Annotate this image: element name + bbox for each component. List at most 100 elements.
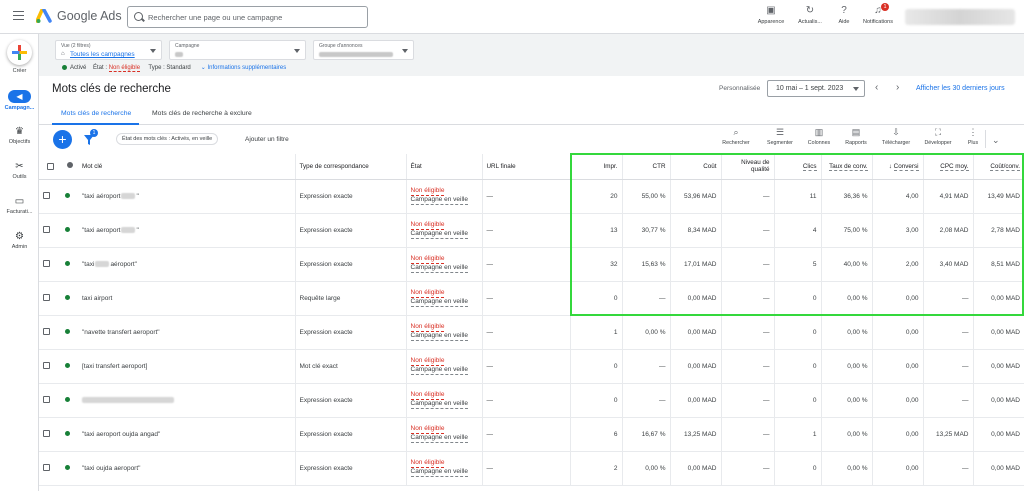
row-checkbox[interactable]: [39, 349, 61, 384]
state-cell[interactable]: Non éligible Campagne en veille: [406, 451, 483, 486]
status-ineligible[interactable]: Non éligible: [410, 391, 445, 400]
state-cell[interactable]: Non éligible Campagne en veille: [406, 383, 483, 418]
table-row[interactable]: "taxi aéroport" Expression exacte Non éligi…: [39, 247, 1024, 282]
row-checkbox[interactable]: [39, 247, 61, 282]
nav-item-tools[interactable]: ✂ Outils: [0, 159, 39, 189]
col-avg-cpc[interactable]: CPC moy.: [923, 154, 974, 180]
col-ctr[interactable]: CTR: [622, 154, 671, 180]
status-paused-campaign[interactable]: Campagne en veille: [410, 196, 468, 205]
row-checkbox[interactable]: [39, 383, 61, 418]
nav-item-billing[interactable]: ▭ Facturati...: [0, 194, 39, 224]
keyword-cell[interactable]: taxi airport: [78, 281, 296, 316]
chevron-down-icon[interactable]: ⌄: [992, 135, 1000, 146]
more-info-link[interactable]: Informations supplémentaires: [208, 65, 287, 71]
tool-columns[interactable]: ▥ Colonnes: [799, 127, 839, 146]
state-cell[interactable]: Non éligible Campagne en veille: [406, 281, 483, 316]
status-paused-campaign[interactable]: Campagne en veille: [410, 298, 468, 307]
keyword-cell[interactable]: "taxi oujda aeroport": [78, 451, 296, 486]
status-paused-campaign[interactable]: Campagne en veille: [410, 230, 468, 239]
table-row[interactable]: taxi airport Requête large Non éligible Cam…: [39, 281, 1024, 316]
table-row[interactable]: Expression exacte Non éligible Campagne en…: [39, 383, 1024, 418]
nav-item-goals[interactable]: ♛ Objectifs: [0, 124, 39, 154]
row-checkbox[interactable]: [39, 451, 61, 486]
status-value[interactable]: Non éligible: [108, 65, 141, 72]
keyword-cell[interactable]: "taxi aeroport oujda angad": [78, 417, 296, 452]
status-paused-campaign[interactable]: Campagne en veille: [410, 400, 468, 409]
appearance-button[interactable]: ▣ Apparence: [751, 5, 791, 25]
col-state[interactable]: État: [406, 154, 483, 180]
status-ineligible[interactable]: Non éligible: [410, 357, 445, 366]
col-keyword[interactable]: Mot clé: [78, 154, 296, 180]
keyword-cell[interactable]: [taxi transfert aeroport]: [78, 349, 296, 384]
row-checkbox[interactable]: [39, 179, 61, 214]
status-ineligible[interactable]: Non éligible: [410, 255, 445, 264]
state-cell[interactable]: Non éligible Campagne en veille: [406, 179, 483, 214]
status-paused-campaign[interactable]: Campagne en veille: [410, 264, 468, 273]
nav-item-campaigns[interactable]: ◀ Campagn...: [0, 90, 39, 120]
add-filter-button[interactable]: Ajouter un filtre: [245, 136, 289, 143]
row-checkbox[interactable]: [39, 213, 61, 248]
state-cell[interactable]: Non éligible Campagne en veille: [406, 349, 483, 384]
col-final-url[interactable]: URL finale: [482, 154, 571, 180]
state-cell[interactable]: Non éligible Campagne en veille: [406, 247, 483, 282]
account-info-redacted[interactable]: [905, 9, 1015, 25]
last-30-days-link[interactable]: Afficher les 30 derniers jours: [916, 85, 1005, 92]
search-box[interactable]: Rechercher une page ou une campagne: [127, 6, 368, 28]
table-row[interactable]: [taxi transfert aeroport] Mot clé exact No…: [39, 349, 1024, 384]
hamburger-menu-icon[interactable]: [13, 11, 24, 20]
app-brand[interactable]: Google Ads: [57, 9, 122, 23]
state-cell[interactable]: Non éligible Campagne en veille: [406, 315, 483, 350]
tab-negative-keywords[interactable]: Mots clés de recherche à exclure: [152, 110, 252, 117]
select-all-checkbox[interactable]: [39, 154, 61, 180]
keyword-cell[interactable]: "taxi aeroport ": [78, 213, 296, 248]
table-row[interactable]: "taxi aeroport " Expression exacte Non élig…: [39, 213, 1024, 248]
col-cost[interactable]: Coût: [670, 154, 722, 180]
status-ineligible[interactable]: Non éligible: [410, 425, 445, 434]
view-filter-dropdown[interactable]: Vue (2 filtres) Toutes les campagnes ⌂: [55, 40, 162, 60]
table-row[interactable]: "taxi oujda aeroport" Expression exacte No…: [39, 451, 1024, 486]
status-ineligible[interactable]: Non éligible: [410, 289, 445, 298]
tab-search-keywords[interactable]: Mots clés de recherche: [61, 110, 131, 117]
col-impressions[interactable]: Impr.: [570, 154, 623, 180]
state-cell[interactable]: Non éligible Campagne en veille: [406, 213, 483, 248]
status-ineligible[interactable]: Non éligible: [410, 187, 445, 196]
col-cost-per-conv[interactable]: Coût/conv.: [973, 154, 1024, 180]
status-ineligible[interactable]: Non éligible: [410, 323, 445, 332]
create-button[interactable]: [7, 40, 32, 65]
adgroup-filter-dropdown[interactable]: Groupe d'annonces: [313, 40, 414, 60]
row-checkbox[interactable]: [39, 281, 61, 316]
table-row[interactable]: "taxi aéroport " Expression exacte Non élig…: [39, 179, 1024, 214]
status-paused-campaign[interactable]: Campagne en veille: [410, 434, 468, 443]
next-period-icon[interactable]: ›: [896, 82, 899, 93]
keyword-cell[interactable]: "taxi aéroport": [78, 247, 296, 282]
col-match-type[interactable]: Type de correspondance: [295, 154, 407, 180]
keyword-cell[interactable]: "navette transfert aeroport": [78, 315, 296, 350]
col-clicks[interactable]: Clics: [774, 154, 822, 180]
table-row[interactable]: "taxi aeroport oujda angad" Expression ex…: [39, 417, 1024, 452]
prev-period-icon[interactable]: ‹: [875, 82, 878, 93]
tool-search[interactable]: ⌕ Rechercher: [716, 127, 756, 146]
keyword-cell[interactable]: [78, 383, 296, 418]
add-keyword-button[interactable]: +: [53, 130, 72, 149]
status-column-header[interactable]: [61, 154, 78, 180]
status-ineligible[interactable]: Non éligible: [410, 221, 445, 230]
table-row[interactable]: "navette transfert aeroport" Expression e…: [39, 315, 1024, 350]
tool-download[interactable]: ⇩ Télécharger: [876, 127, 916, 146]
campaign-filter-dropdown[interactable]: Campagne: [169, 40, 306, 60]
state-cell[interactable]: Non éligible Campagne en veille: [406, 417, 483, 452]
keyword-status-filter-chip[interactable]: État des mots clés : Activés, en veille: [116, 133, 219, 145]
tool-reports[interactable]: ▤ Rapports: [836, 127, 876, 146]
nav-item-admin[interactable]: ⚙ Admin: [0, 229, 39, 259]
status-paused-campaign[interactable]: Campagne en veille: [410, 332, 468, 341]
tool-expand[interactable]: ⛶ Développer: [918, 127, 958, 146]
status-paused-campaign[interactable]: Campagne en veille: [410, 366, 468, 375]
tool-more[interactable]: ⋮ Plus: [953, 127, 993, 146]
row-checkbox[interactable]: [39, 315, 61, 350]
status-paused-campaign[interactable]: Campagne en veille: [410, 468, 468, 477]
keyword-cell[interactable]: "taxi aéroport ": [78, 179, 296, 214]
date-range-picker[interactable]: 10 mai – 1 sept. 2023: [767, 80, 865, 97]
col-conv-rate[interactable]: Taux de conv.: [821, 154, 873, 180]
tool-segment[interactable]: ☰ Segmenter: [760, 127, 800, 146]
notifications-button[interactable]: ♫ 1 Notifications: [858, 3, 898, 25]
status-ineligible[interactable]: Non éligible: [410, 459, 445, 468]
